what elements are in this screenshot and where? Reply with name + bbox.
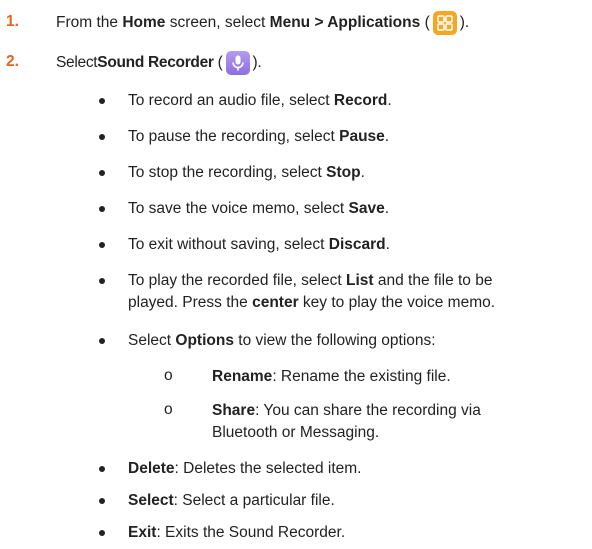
bullet-icon — [99, 134, 105, 140]
list-item: Select: Select a particular file. — [0, 489, 592, 513]
step-number: 2. — [6, 53, 19, 70]
bullet-icon — [99, 206, 105, 212]
list-item: To exit without saving, select Discard. — [0, 233, 592, 257]
bullet-icon — [99, 98, 105, 104]
sub-list-item: o Rename: Rename the existing file. — [164, 367, 451, 385]
step-number: 1. — [6, 13, 19, 30]
list-item: Exit: Exits the Sound Recorder. — [0, 521, 592, 545]
microphone-icon — [225, 51, 250, 75]
bullet-icon — [99, 498, 105, 504]
list-item: To stop the recording, select Stop. — [0, 161, 592, 185]
sub-list-item: o Share: You can share the recording via… — [164, 401, 481, 441]
list-item: To save the voice memo, select Save. — [0, 197, 592, 221]
list-item: To play the recorded file, select List a… — [0, 269, 592, 317]
bullet-icon — [99, 170, 105, 176]
bullet-icon — [99, 338, 105, 344]
sub-bullet-marker: o — [164, 401, 173, 418]
sub-bullet-marker: o — [164, 367, 173, 384]
bullet-icon — [99, 278, 105, 284]
list-item: To record an audio file, select Record. — [0, 89, 592, 113]
list-item: Select Options to view the following opt… — [0, 329, 592, 353]
step-text: From the Home screen, select Menu > Appl… — [56, 11, 469, 35]
bullet-icon — [99, 530, 105, 536]
list-item: To pause the recording, select Pause. — [0, 125, 592, 149]
apps-grid-icon — [432, 11, 457, 35]
bullet-icon — [99, 242, 105, 248]
step-2: 2. Select Sound Recorder ( ). — [0, 48, 592, 78]
step-text: Select Sound Recorder ( ). — [56, 51, 262, 75]
list-item: Delete: Deletes the selected item. — [0, 457, 592, 481]
instructions-page: 1. From the Home screen, select Menu > A… — [0, 0, 592, 549]
step-1: 1. From the Home screen, select Menu > A… — [0, 8, 592, 38]
bullet-icon — [99, 466, 105, 472]
